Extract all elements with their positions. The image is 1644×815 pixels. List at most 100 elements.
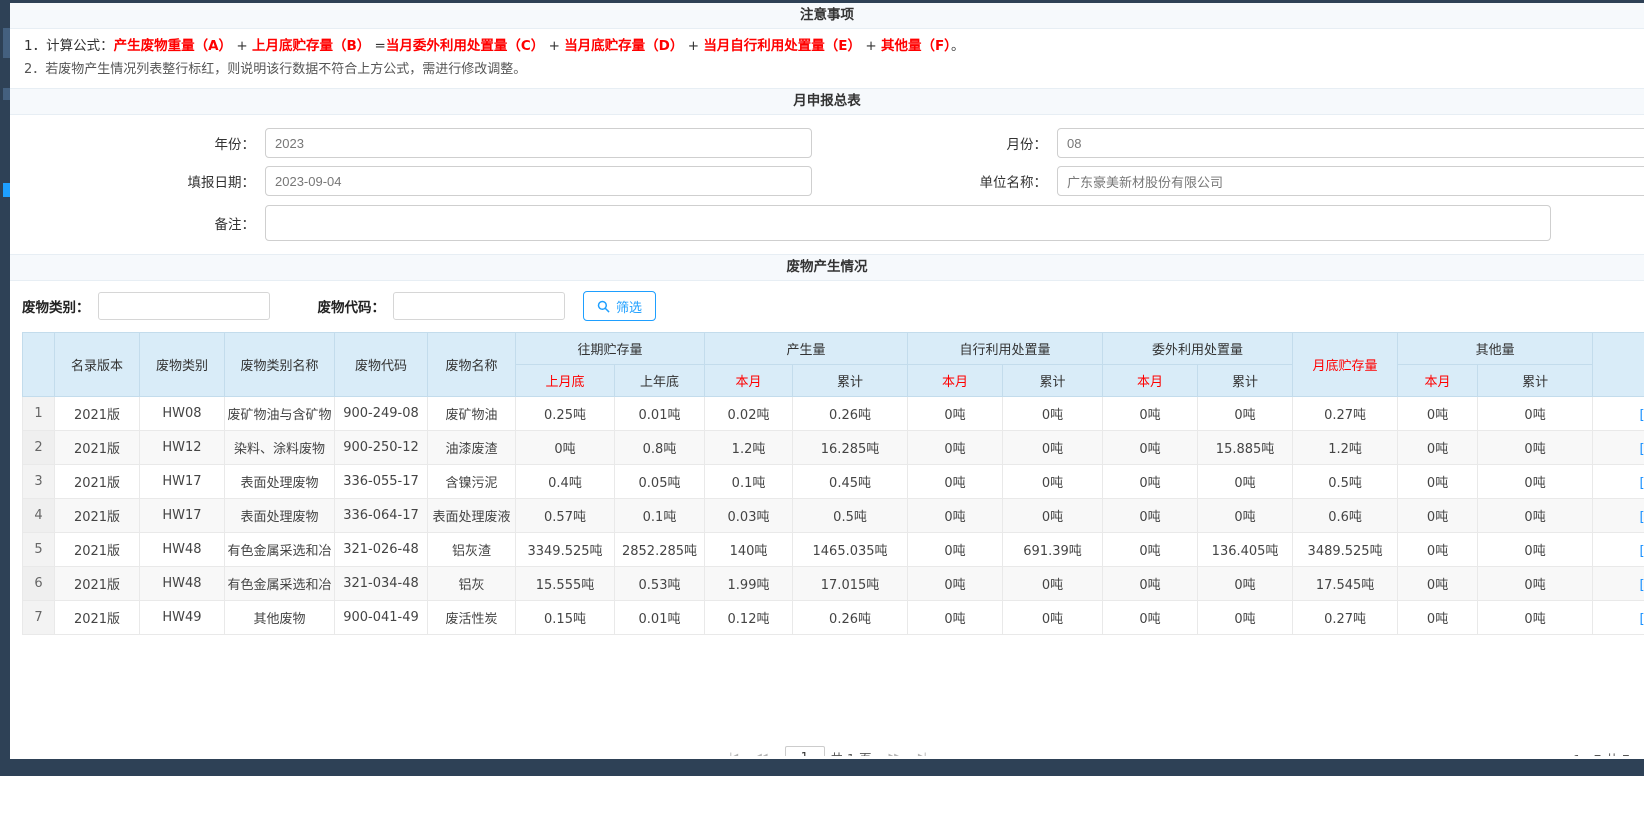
view-link[interactable]: [查看] bbox=[1640, 544, 1644, 559]
table-row: 72021版HW49其他废物900-041-49废活性炭0.15吨0.01吨0.… bbox=[23, 601, 1644, 635]
unit-name-label: 单位名称： bbox=[827, 171, 1057, 191]
table-cell: 0吨 bbox=[908, 499, 1003, 533]
action-cell: [查看] bbox=[1593, 567, 1644, 601]
table-row: 32021版HW17表面处理废物336-055-17含镍污泥0.4吨0.05吨0… bbox=[23, 465, 1644, 499]
table-cell: 铝灰渣 bbox=[428, 533, 516, 567]
view-link[interactable]: [查看] bbox=[1640, 408, 1644, 423]
table-cell: 0.45吨 bbox=[793, 465, 908, 499]
view-link[interactable]: [查看] bbox=[1640, 476, 1644, 491]
waste-code-input[interactable] bbox=[393, 292, 565, 320]
table-cell: 0吨 bbox=[1398, 465, 1478, 499]
table-cell: 0.01吨 bbox=[615, 601, 705, 635]
table-cell: 0吨 bbox=[1198, 567, 1293, 601]
table-cell: 0吨 bbox=[1198, 601, 1293, 635]
table-cell: 1.2吨 bbox=[705, 431, 793, 465]
view-link[interactable]: [查看] bbox=[1640, 612, 1644, 627]
month-input[interactable] bbox=[1057, 128, 1644, 158]
table-cell: 136.405吨 bbox=[1198, 533, 1293, 567]
view-link[interactable]: [查看] bbox=[1640, 510, 1644, 525]
sidebar-fragment-icon bbox=[3, 183, 10, 197]
table-cell: 其他废物 bbox=[225, 601, 335, 635]
table-cell: 0吨 bbox=[1478, 499, 1593, 533]
table-cell: 0吨 bbox=[908, 397, 1003, 431]
column-header: 上年底 bbox=[615, 365, 705, 397]
table-cell: 2021版 bbox=[55, 601, 140, 635]
last-page-icon[interactable]: ▶| bbox=[918, 752, 925, 757]
table-cell: 321-026-48 bbox=[335, 533, 428, 567]
table-cell: 1.2吨 bbox=[1293, 431, 1398, 465]
row-number-cell: 7 bbox=[23, 601, 55, 635]
prev-page-icon[interactable]: ◀◀ bbox=[754, 752, 765, 757]
table-cell: 0吨 bbox=[1398, 567, 1478, 601]
formula-segment: + bbox=[544, 38, 564, 54]
notice-line2: 2．若废物产生情况列表整行标红，则说明该行数据不符合上方公式，需进行修改调整。 bbox=[24, 59, 1630, 80]
table-cell: 0.57吨 bbox=[516, 499, 615, 533]
table-cell: 16.285吨 bbox=[793, 431, 908, 465]
fill-date-label: 填报日期： bbox=[10, 171, 265, 191]
table-row: 12021版HW08废矿物油与含矿物900-249-08废矿物油0.25吨0.0… bbox=[23, 397, 1644, 431]
action-cell: [查看] bbox=[1593, 601, 1644, 635]
waste-category-input[interactable] bbox=[98, 292, 270, 320]
table-cell: 0吨 bbox=[1103, 431, 1198, 465]
table-cell: 1.99吨 bbox=[705, 567, 793, 601]
formula-segment: 当月自行利用处置量（E） bbox=[703, 38, 861, 54]
table-cell: 0吨 bbox=[1003, 465, 1103, 499]
column-header: 累计 bbox=[1003, 365, 1103, 397]
column-header: 往期贮存量 bbox=[516, 333, 705, 365]
column-header: 本月 bbox=[1398, 365, 1478, 397]
filter-button[interactable]: 筛选 bbox=[583, 291, 656, 321]
table-header: 名录版本废物类别废物类别名称废物代码废物名称往期贮存量产生量自行利用处置量委外利… bbox=[23, 333, 1644, 397]
table-cell: 0.1吨 bbox=[705, 465, 793, 499]
column-header: 产生量 bbox=[705, 333, 908, 365]
table-cell: 2021版 bbox=[55, 465, 140, 499]
view-link[interactable]: [查看] bbox=[1640, 442, 1644, 457]
action-cell: [查看] bbox=[1593, 431, 1644, 465]
formula-segment: 1．计算公式： bbox=[24, 38, 114, 54]
total-pages-text: 共 1 页 bbox=[831, 748, 872, 757]
column-header: 名录版本 bbox=[55, 333, 140, 397]
formula-segment: 产生废物重量（A） bbox=[114, 38, 232, 54]
next-page-icon[interactable]: ▶▶ bbox=[888, 752, 899, 757]
table-cell: 336-055-17 bbox=[335, 465, 428, 499]
table-cell: 2021版 bbox=[55, 397, 140, 431]
fill-date-input[interactable] bbox=[265, 166, 812, 196]
table-cell: 废活性炭 bbox=[428, 601, 516, 635]
table-cell: 0吨 bbox=[1103, 601, 1198, 635]
table-cell: 0.8吨 bbox=[615, 431, 705, 465]
table-row: 22021版HW12染料、涂料废物900-250-12油漆废渣0吨0.8吨1.2… bbox=[23, 431, 1644, 465]
column-header: 废物代码 bbox=[335, 333, 428, 397]
view-link[interactable]: [查看] bbox=[1640, 578, 1644, 593]
summary-form: 年份： 月份： 填报日期： 单位名称： 备注： bbox=[10, 115, 1644, 254]
table-cell: 0.5吨 bbox=[1293, 465, 1398, 499]
remark-input[interactable] bbox=[265, 205, 1551, 241]
table-cell: 0.27吨 bbox=[1293, 397, 1398, 431]
table-cell: HW48 bbox=[140, 567, 225, 601]
column-header: 操作 bbox=[1593, 333, 1644, 397]
table-cell: 0.26吨 bbox=[793, 601, 908, 635]
table-cell: 0.15吨 bbox=[516, 601, 615, 635]
table-cell: 0吨 bbox=[908, 567, 1003, 601]
action-cell: [查看] bbox=[1593, 465, 1644, 499]
row-number-cell: 6 bbox=[23, 567, 55, 601]
first-page-icon[interactable]: |◀ bbox=[729, 752, 736, 757]
waste-code-label: 废物代码： bbox=[318, 296, 386, 316]
action-cell: [查看] bbox=[1593, 533, 1644, 567]
page-number-input[interactable] bbox=[785, 746, 825, 757]
summary-section-title: 月申报总表 bbox=[10, 88, 1644, 115]
table-cell: 691.39吨 bbox=[1003, 533, 1103, 567]
table-cell: 表面处理废物 bbox=[225, 499, 335, 533]
formula-segment: + bbox=[232, 38, 252, 54]
notice-formula: 1．计算公式：产生废物重量（A） + 上月底贮存量（B） =当月委外利用处置量（… bbox=[24, 36, 1630, 57]
table-cell: 0吨 bbox=[908, 431, 1003, 465]
table-cell: 0吨 bbox=[1398, 431, 1478, 465]
table-body: 12021版HW08废矿物油与含矿物900-249-08废矿物油0.25吨0.0… bbox=[23, 397, 1644, 635]
month-label: 月份： bbox=[827, 133, 1057, 153]
formula-segment: 上月底贮存量（B） bbox=[252, 38, 370, 54]
column-header bbox=[23, 333, 55, 397]
unit-name-input[interactable] bbox=[1057, 166, 1644, 196]
table-row: 62021版HW48有色金属采选和冶321-034-48铝灰15.555吨0.5… bbox=[23, 567, 1644, 601]
table-row: 42021版HW17表面处理废物336-064-17表面处理废液0.57吨0.1… bbox=[23, 499, 1644, 533]
year-input[interactable] bbox=[265, 128, 812, 158]
table-cell: 900-250-12 bbox=[335, 431, 428, 465]
table-cell: HW17 bbox=[140, 465, 225, 499]
